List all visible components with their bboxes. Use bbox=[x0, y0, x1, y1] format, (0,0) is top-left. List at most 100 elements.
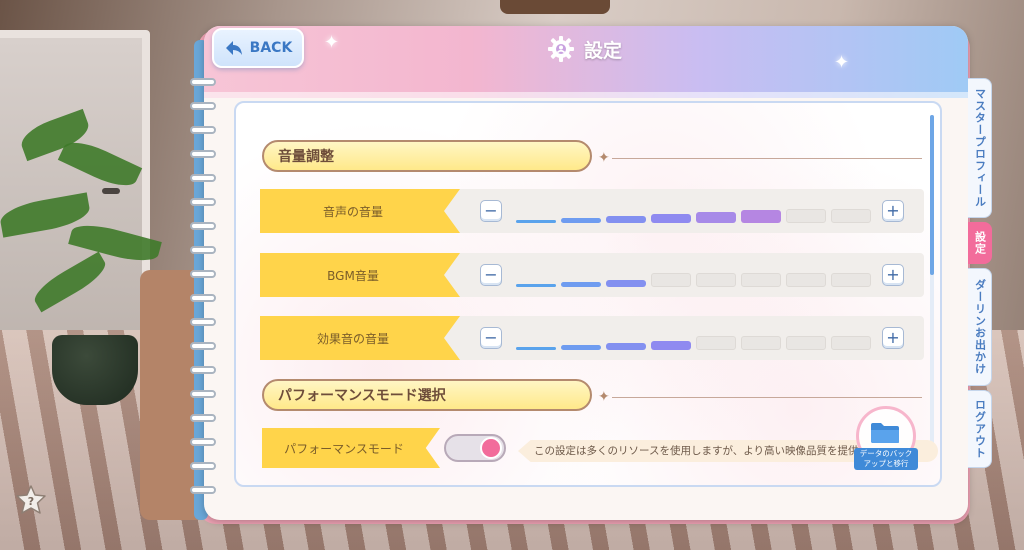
notebook-ring bbox=[190, 342, 216, 350]
volume-level-segment[interactable] bbox=[606, 216, 646, 223]
svg-text:?: ? bbox=[28, 495, 34, 508]
star-help-icon: ? bbox=[16, 485, 46, 514]
volume-level-segment[interactable] bbox=[561, 345, 601, 350]
notebook-ring bbox=[190, 102, 216, 110]
volume-decrease-button[interactable]: − bbox=[480, 200, 502, 222]
volume-level-bars[interactable] bbox=[516, 197, 876, 229]
volume-increase-button[interactable]: + bbox=[882, 200, 904, 222]
notebook-ring bbox=[190, 486, 216, 494]
volume-level-segment[interactable] bbox=[516, 347, 556, 350]
performance-mode-row: パフォーマンスモード この設定は多くのリソースを使用しますが、より高い映像品質を… bbox=[262, 428, 938, 472]
plant-pot bbox=[52, 335, 138, 405]
notebook-ring bbox=[190, 294, 216, 302]
notebook-ring bbox=[190, 462, 216, 470]
tab-label: ダーリンお出かけ bbox=[973, 279, 987, 375]
volume-row-bgm: BGM音量 − + bbox=[260, 253, 924, 297]
volume-level-segment[interactable] bbox=[741, 210, 781, 223]
settings-panel: 音量調整 ✦ 音声の音量 − + BGM音量 − + 効果音の音量 − + パフ… bbox=[234, 101, 942, 487]
backup-caption-line: アップと移行 bbox=[863, 459, 909, 468]
tab-master-profile[interactable]: マスタープロフィール bbox=[968, 78, 992, 218]
diamond-icon: ✦ bbox=[598, 389, 610, 405]
volume-increase-button[interactable]: + bbox=[882, 327, 904, 349]
volume-section-title: 音量調整 bbox=[278, 149, 334, 165]
volume-level-segment[interactable] bbox=[831, 273, 871, 287]
volume-level-segment[interactable] bbox=[651, 273, 691, 287]
backup-caption: データのバック アップと移行 bbox=[854, 448, 918, 470]
volume-level-segment[interactable] bbox=[696, 273, 736, 287]
ceiling-beam bbox=[500, 0, 610, 14]
volume-level-segment[interactable] bbox=[741, 273, 781, 287]
tab-settings[interactable]: 設定 bbox=[968, 222, 992, 264]
performance-mode-label: パフォーマンスモード bbox=[262, 428, 440, 468]
volume-label: 音声の音量 bbox=[260, 189, 460, 233]
notebook-ring bbox=[190, 150, 216, 158]
back-arrow-icon bbox=[225, 41, 242, 55]
volume-level-segment[interactable] bbox=[696, 212, 736, 223]
toggle-knob bbox=[480, 437, 502, 459]
volume-row-sfx: 効果音の音量 − + bbox=[260, 316, 924, 360]
volume-level-segment[interactable] bbox=[561, 218, 601, 223]
sparkle-icon: ✦ bbox=[324, 32, 340, 53]
gear-icon bbox=[548, 36, 574, 62]
diamond-icon: ✦ bbox=[598, 150, 610, 166]
volume-level-segment[interactable] bbox=[516, 284, 556, 287]
back-button[interactable]: BACK bbox=[212, 28, 304, 68]
door-knob bbox=[102, 188, 120, 194]
page-title-text: 設定 bbox=[584, 39, 623, 62]
volume-level-segment[interactable] bbox=[606, 343, 646, 350]
volume-level-segment[interactable] bbox=[831, 209, 871, 223]
volume-decrease-button[interactable]: − bbox=[480, 264, 502, 286]
volume-level-segment[interactable] bbox=[786, 336, 826, 350]
volume-level-bars[interactable] bbox=[516, 261, 876, 293]
notebook-ring bbox=[190, 438, 216, 446]
notebook-ring bbox=[190, 222, 216, 230]
scrollbar-thumb[interactable] bbox=[930, 115, 934, 275]
volume-level-segment[interactable] bbox=[651, 214, 691, 223]
volume-row-voice: 音声の音量 − + bbox=[260, 189, 924, 233]
sparkle-icon: ✦ bbox=[834, 52, 850, 73]
performance-mode-toggle[interactable] bbox=[444, 434, 506, 462]
volume-level-segment[interactable] bbox=[606, 280, 646, 287]
section-divider bbox=[612, 397, 922, 398]
notebook-ring bbox=[190, 78, 216, 86]
tab-label: マスタープロフィール bbox=[973, 88, 987, 208]
volume-level-segment[interactable] bbox=[561, 282, 601, 287]
notebook-ring bbox=[190, 270, 216, 278]
volume-level-bars[interactable] bbox=[516, 324, 876, 356]
volume-level-segment[interactable] bbox=[831, 336, 871, 350]
volume-label: BGM音量 bbox=[260, 253, 460, 297]
tab-darling-outing[interactable]: ダーリンお出かけ bbox=[968, 268, 992, 386]
help-button[interactable]: ? bbox=[14, 484, 48, 516]
volume-level-segment[interactable] bbox=[786, 273, 826, 287]
volume-level-segment[interactable] bbox=[696, 336, 736, 350]
performance-section-header: パフォーマンスモード選択 bbox=[262, 379, 592, 411]
notebook-rings bbox=[190, 78, 218, 518]
notebook-ring bbox=[190, 198, 216, 206]
folder-icon bbox=[871, 423, 899, 443]
tab-label: 設定 bbox=[973, 231, 987, 255]
notebook-ring bbox=[190, 366, 216, 374]
section-divider bbox=[612, 158, 922, 159]
volume-section-header: 音量調整 bbox=[262, 140, 592, 172]
volume-decrease-button[interactable]: − bbox=[480, 327, 502, 349]
backup-caption-line: データのバック bbox=[859, 449, 913, 458]
volume-level-segment[interactable] bbox=[741, 336, 781, 350]
performance-section-title: パフォーマンスモード選択 bbox=[278, 388, 446, 404]
volume-increase-button[interactable]: + bbox=[882, 264, 904, 286]
notebook-ring bbox=[190, 414, 216, 422]
tab-logout[interactable]: ログアウト bbox=[968, 390, 992, 468]
back-button-label: BACK bbox=[249, 40, 293, 56]
volume-label: 効果音の音量 bbox=[260, 316, 460, 360]
tab-label: ログアウト bbox=[973, 399, 987, 459]
notebook-ring bbox=[190, 390, 216, 398]
volume-level-segment[interactable] bbox=[786, 209, 826, 223]
page-title: 設定 bbox=[548, 34, 622, 64]
notebook-ring bbox=[190, 318, 216, 326]
data-backup-button[interactable]: データのバック アップと移行 bbox=[854, 406, 920, 472]
scrollbar[interactable] bbox=[930, 115, 934, 455]
notebook-ring bbox=[190, 246, 216, 254]
volume-level-segment[interactable] bbox=[516, 220, 556, 223]
notebook-ring bbox=[190, 126, 216, 134]
notebook-ring bbox=[190, 174, 216, 182]
volume-level-segment[interactable] bbox=[651, 341, 691, 350]
